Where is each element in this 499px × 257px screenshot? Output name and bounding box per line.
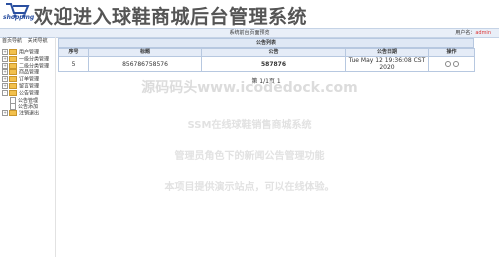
cell-actions bbox=[428, 56, 475, 72]
sidebar-item-notice-manage[interactable]: 公告管理 bbox=[2, 96, 49, 104]
watermark-line-3: 管理员角色下的新闻公告管理功能 bbox=[174, 151, 325, 162]
cell-date: Tue May 12 19:36:08 CST 2020 bbox=[345, 56, 429, 72]
folder-icon bbox=[9, 69, 17, 76]
cell-index: 5 bbox=[58, 56, 89, 72]
table-header-row: 序号 标题 公告 公告日期 操作 bbox=[58, 48, 475, 57]
watermark-line-1: 源码码头www.icodedock.com bbox=[141, 80, 358, 96]
site-title: 欢迎进入球鞋商城后台管理系统 bbox=[34, 6, 308, 28]
folder-icon bbox=[9, 62, 17, 69]
expand-icon[interactable]: + bbox=[2, 69, 8, 76]
watermark-line-4: 本项目提供演示站点，可以在线体验。 bbox=[164, 182, 335, 193]
column-header-index: 序号 bbox=[58, 48, 89, 57]
user-name: admin bbox=[475, 30, 491, 36]
shopping-cart-logo-icon bbox=[6, 3, 30, 18]
column-header-content: 公告 bbox=[201, 48, 346, 57]
home-nav-link[interactable]: 首页导航 bbox=[2, 38, 22, 44]
sidebar-item-users[interactable]: + 用户管理 bbox=[2, 49, 49, 56]
sidebar-item-category1[interactable]: + 一级分类管理 bbox=[2, 55, 49, 63]
table-row: 5 856786758576 587876 Tue May 12 19:36:0… bbox=[58, 56, 475, 72]
column-header-title: 标题 bbox=[88, 48, 202, 57]
edit-icon[interactable] bbox=[444, 61, 451, 67]
user-info: 用户名：admin bbox=[455, 29, 491, 37]
column-header-actions: 操作 bbox=[428, 48, 475, 57]
table-title: 公告列表 bbox=[58, 38, 474, 48]
cell-content: 587876 bbox=[201, 56, 346, 72]
folder-icon bbox=[9, 49, 17, 55]
delete-icon[interactable] bbox=[452, 61, 459, 67]
expand-icon[interactable]: + bbox=[2, 62, 8, 69]
column-header-date: 公告日期 bbox=[345, 48, 429, 57]
expand-icon[interactable]: + bbox=[2, 55, 8, 62]
status-bar: 系统前台页面预览 用户名：admin bbox=[0, 28, 499, 38]
sidebar-item-category2[interactable]: + 二级分类管理 bbox=[2, 62, 49, 70]
notice-table: 序号 标题 公告 公告日期 操作 5 856786758576 587876 T… bbox=[58, 48, 475, 72]
folder-icon bbox=[9, 55, 17, 62]
sidebar-item-notice-add[interactable]: 公告添加 bbox=[2, 103, 49, 111]
sidebar-item-products[interactable]: + 商品管理 bbox=[2, 69, 49, 76]
watermark-line-2: SSM在线球鞋销售商城系统 bbox=[187, 120, 312, 131]
logo-text: shopping bbox=[3, 14, 35, 21]
cell-title: 856786758576 bbox=[88, 56, 202, 72]
close-nav-link[interactable]: 关闭导航 bbox=[28, 38, 48, 44]
user-label: 用户名： bbox=[455, 30, 476, 36]
sidebar-top-links: 首页导航 关闭导航 bbox=[0, 37, 55, 45]
frontend-preview-link[interactable]: 系统前台页面预览 bbox=[0, 29, 499, 37]
expand-icon[interactable]: + bbox=[2, 49, 8, 55]
header: shopping 欢迎进入球鞋商城后台管理系统 bbox=[0, 0, 499, 28]
